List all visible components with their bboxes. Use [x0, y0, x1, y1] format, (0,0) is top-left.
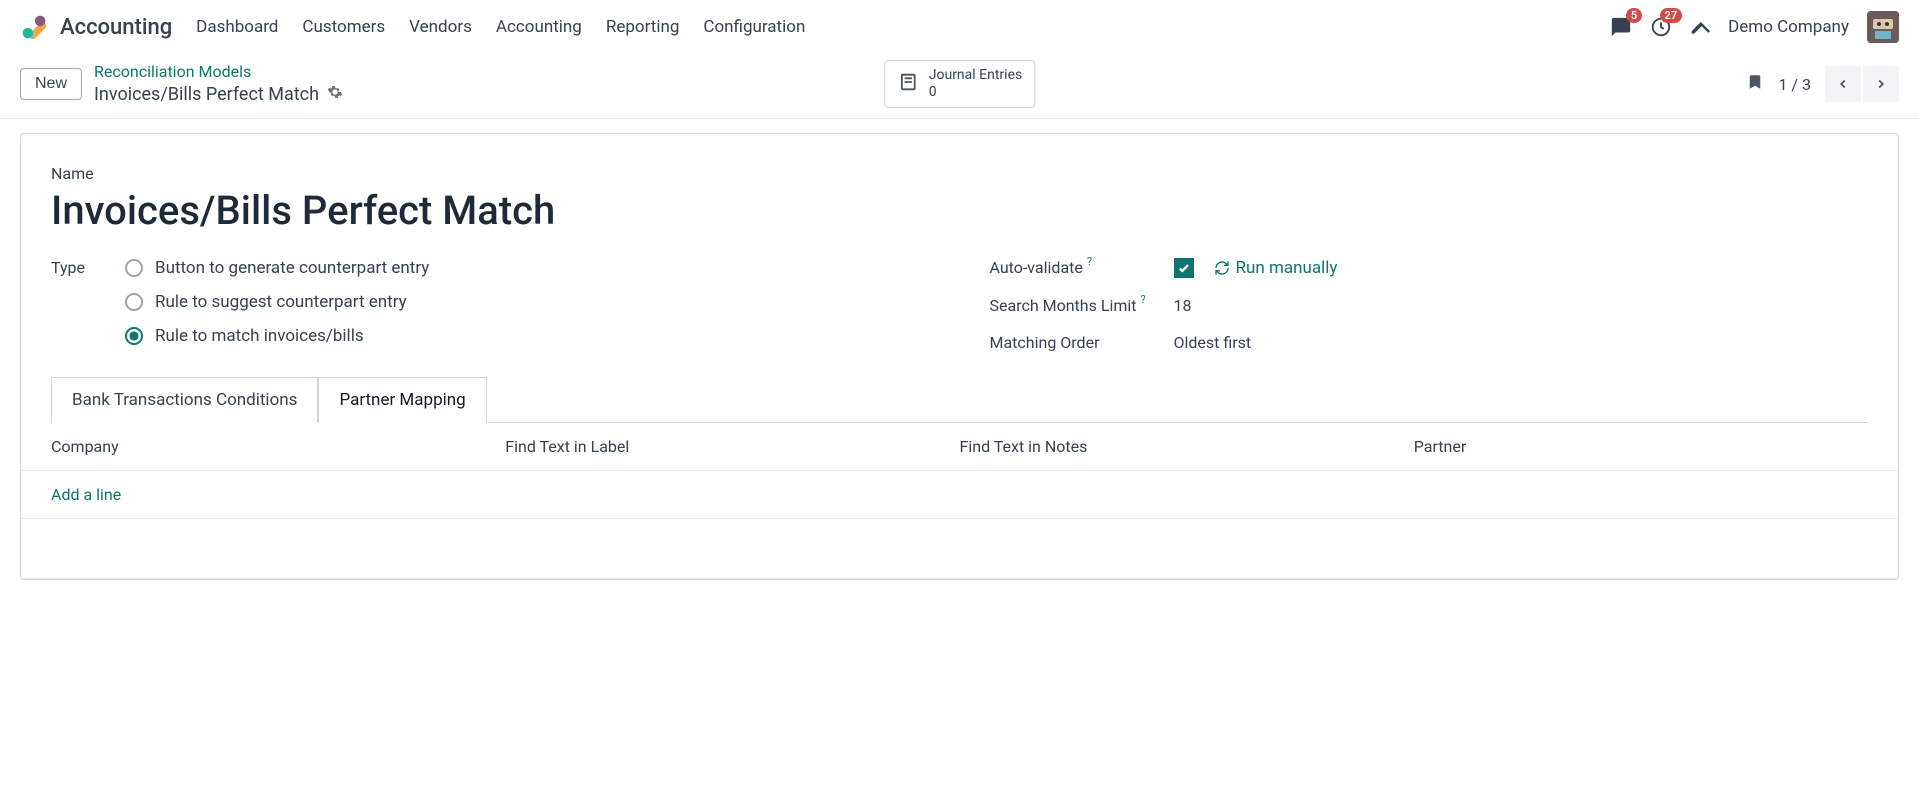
- help-icon[interactable]: ?: [1140, 293, 1145, 306]
- col-find-notes[interactable]: Find Text in Notes: [960, 437, 1414, 456]
- book-icon: [897, 71, 919, 97]
- tools-icon[interactable]: [1690, 17, 1710, 37]
- bookmark-icon[interactable]: [1746, 72, 1764, 96]
- type-radio-group: Button to generate counterpart entry Rul…: [125, 258, 429, 346]
- name-field-value[interactable]: Invoices/Bills Perfect Match: [51, 187, 1868, 234]
- type-option-suggest[interactable]: Rule to suggest counterpart entry: [125, 292, 429, 312]
- new-button[interactable]: New: [20, 68, 82, 100]
- smart-button-count: 0: [929, 84, 1022, 101]
- menu-dashboard[interactable]: Dashboard: [196, 17, 278, 37]
- menu-reporting[interactable]: Reporting: [606, 17, 680, 37]
- pager-prev-button[interactable]: [1825, 66, 1861, 102]
- company-selector[interactable]: Demo Company: [1728, 17, 1849, 37]
- radio-icon: [125, 327, 143, 345]
- smart-button-title: Journal Entries: [929, 67, 1022, 84]
- tab-bank-conditions[interactable]: Bank Transactions Conditions: [51, 377, 318, 423]
- matching-order-label: Matching Order: [990, 333, 1150, 352]
- help-icon[interactable]: ?: [1087, 255, 1092, 268]
- form-sheet: Name Invoices/Bills Perfect Match Type B…: [20, 133, 1899, 580]
- breadcrumb-current: Invoices/Bills Perfect Match: [94, 83, 343, 106]
- gear-icon[interactable]: [327, 83, 343, 106]
- notebook-tabs: Bank Transactions Conditions Partner Map…: [51, 376, 1868, 423]
- col-partner[interactable]: Partner: [1414, 437, 1868, 456]
- grid-header: Company Find Text in Label Find Text in …: [21, 423, 1898, 471]
- messages-icon[interactable]: 5: [1610, 16, 1632, 38]
- main-menu: Dashboard Customers Vendors Accounting R…: [196, 17, 1610, 37]
- name-field-label: Name: [51, 164, 1868, 183]
- radio-icon: [125, 259, 143, 277]
- pager-next-button[interactable]: [1863, 66, 1899, 102]
- app-title[interactable]: Accounting: [60, 15, 172, 40]
- messages-badge: 5: [1626, 8, 1642, 23]
- type-option-label: Rule to suggest counterpart entry: [155, 292, 407, 312]
- activities-badge: 27: [1660, 8, 1683, 23]
- menu-configuration[interactable]: Configuration: [703, 17, 805, 37]
- run-manually-link[interactable]: Run manually: [1214, 258, 1338, 278]
- breadcrumb-parent-link[interactable]: Reconciliation Models: [94, 62, 343, 83]
- refresh-icon: [1214, 260, 1230, 276]
- auto-validate-checkbox[interactable]: [1174, 258, 1194, 278]
- type-option-label: Button to generate counterpart entry: [155, 258, 429, 278]
- top-nav: Accounting Dashboard Customers Vendors A…: [0, 0, 1919, 54]
- control-bar: New Reconciliation Models Invoices/Bills…: [0, 54, 1919, 119]
- menu-vendors[interactable]: Vendors: [409, 17, 472, 37]
- add-line-link[interactable]: Add a line: [51, 485, 505, 504]
- pager-text[interactable]: 1 / 3: [1778, 75, 1811, 94]
- type-option-match[interactable]: Rule to match invoices/bills: [125, 326, 429, 346]
- matching-order-value[interactable]: Oldest first: [1174, 333, 1252, 352]
- col-find-label[interactable]: Find Text in Label: [505, 437, 959, 456]
- menu-accounting[interactable]: Accounting: [496, 17, 582, 37]
- auto-validate-label: Auto-validate ?: [990, 258, 1150, 277]
- grid-empty-row: [21, 519, 1898, 579]
- search-months-value[interactable]: 18: [1174, 296, 1192, 315]
- type-option-button[interactable]: Button to generate counterpart entry: [125, 258, 429, 278]
- grid-add-row: Add a line: [21, 471, 1898, 519]
- activities-icon[interactable]: 27: [1650, 16, 1672, 38]
- col-company[interactable]: Company: [51, 437, 505, 456]
- breadcrumb-current-text: Invoices/Bills Perfect Match: [94, 83, 319, 106]
- search-months-label: Search Months Limit ?: [990, 296, 1150, 315]
- type-label: Type: [51, 258, 101, 277]
- radio-icon: [125, 293, 143, 311]
- tab-partner-mapping[interactable]: Partner Mapping: [318, 377, 486, 423]
- user-avatar[interactable]: [1867, 11, 1899, 43]
- type-option-label: Rule to match invoices/bills: [155, 326, 364, 346]
- breadcrumb: Reconciliation Models Invoices/Bills Per…: [94, 62, 343, 106]
- menu-customers[interactable]: Customers: [302, 17, 385, 37]
- app-logo-icon[interactable]: [20, 13, 48, 41]
- nav-right: 5 27 Demo Company: [1610, 11, 1899, 43]
- partner-mapping-grid: Company Find Text in Label Find Text in …: [21, 423, 1898, 579]
- journal-entries-smart-button[interactable]: Journal Entries 0: [884, 60, 1035, 108]
